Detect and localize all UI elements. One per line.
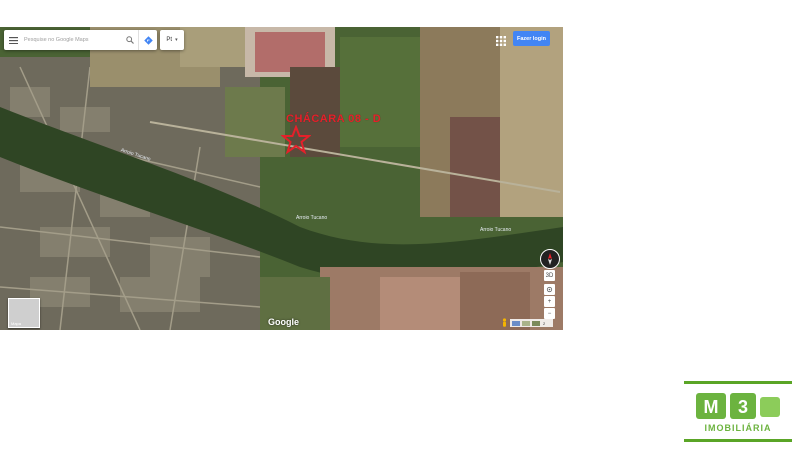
logo-top-bar [684, 381, 792, 384]
star-marker-icon [281, 125, 311, 155]
directions-icon[interactable] [138, 30, 157, 50]
logo-mark: M 3 [696, 393, 780, 419]
locate-button[interactable] [544, 284, 555, 295]
zoom-in-button[interactable]: + [544, 296, 555, 307]
3d-toggle-button[interactable]: 3D [544, 270, 555, 281]
imagery-thumb[interactable] [532, 320, 540, 326]
imagery-thumb[interactable] [522, 320, 530, 326]
svg-text:M: M [704, 397, 719, 417]
map-type-thumbnail[interactable]: Mapa [8, 298, 40, 328]
menu-icon[interactable] [4, 30, 22, 50]
map-imagery [0, 27, 563, 330]
locate-icon [546, 286, 553, 293]
logo-name: IMOBILIÁRIA [704, 423, 772, 433]
search-bar[interactable]: Pesquise no Google Maps [4, 30, 157, 50]
svg-text:3: 3 [738, 397, 748, 417]
apps-grid-icon[interactable] [495, 34, 507, 46]
property-label: CHÁCARA 08 - D [286, 113, 382, 125]
imagery-strip[interactable]: 2 [510, 319, 553, 327]
scale-text: 2 [543, 320, 546, 326]
pegman-icon[interactable] [501, 318, 508, 328]
company-logo: M 3 IMOBILIÁRIA [684, 381, 792, 443]
language-select[interactable]: Pt ▾ [160, 30, 184, 50]
zoom-out-button[interactable]: − [544, 308, 555, 319]
chevron-down-icon: ▾ [175, 37, 178, 43]
logo-bottom-bar [684, 439, 792, 442]
river-label: Arroio Tucano [296, 215, 328, 221]
google-logo: Google [268, 317, 299, 327]
search-icon[interactable] [122, 30, 138, 50]
imagery-thumb[interactable] [512, 320, 520, 326]
map-type-label: Mapa [11, 321, 22, 326]
login-button[interactable]: Fazer login [513, 31, 550, 46]
satellite-map[interactable]: Pesquise no Google Maps Pt ▾ Fazer login… [0, 27, 563, 330]
search-input[interactable]: Pesquise no Google Maps [22, 37, 122, 43]
river-label: Arroio Tucano [480, 227, 512, 233]
language-selected: Pt [166, 37, 173, 43]
compass-icon[interactable] [540, 249, 560, 269]
